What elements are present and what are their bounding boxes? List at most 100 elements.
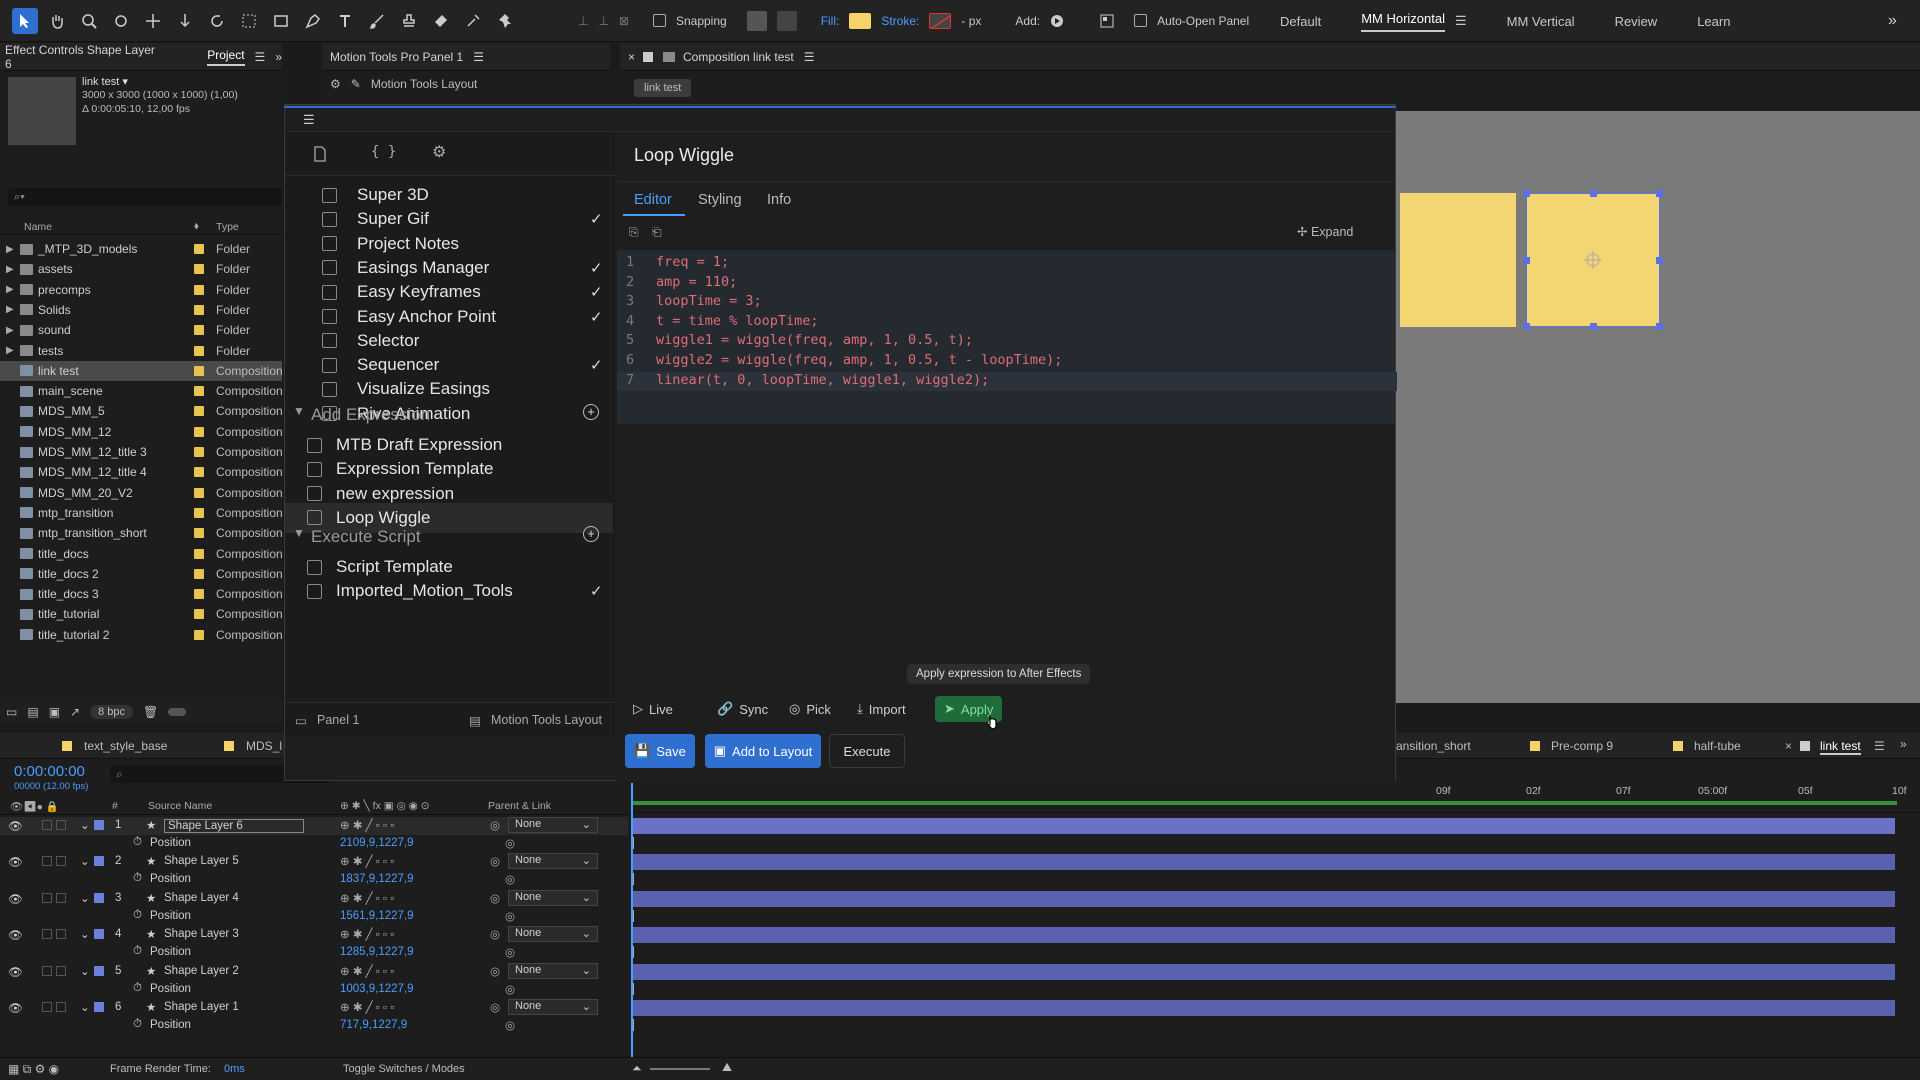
stroke-swatch[interactable] (929, 12, 952, 29)
timeline-overflow-icon[interactable]: » (1900, 737, 1907, 751)
pickwhip-icon[interactable]: ◎ (490, 927, 500, 941)
timeline-tab-mds[interactable]: MDS_l (246, 739, 282, 753)
label-color[interactable] (194, 609, 204, 620)
layer-expand-icon[interactable]: ⌄ (80, 964, 90, 978)
parent-dropdown[interactable]: None ⌄ (508, 926, 598, 943)
project-item[interactable]: title_docs 2 Composition (0, 564, 283, 584)
layer-name[interactable]: Shape Layer 2 (164, 965, 239, 977)
composition-tab[interactable]: Composition link test (683, 50, 794, 64)
snapping-checkbox[interactable] (652, 14, 666, 27)
timeline-tab-precomp-9[interactable]: Pre-comp 9 (1551, 739, 1613, 753)
pickwhip-icon[interactable]: ◎ (490, 891, 500, 905)
layer-row[interactable]: 👁 ⌄ 1 ★ Shape Layer 6 ⊕ ✱ ╱ ▫ ▫ ▫ ◎ None ⌄ (0, 817, 628, 835)
handle-br[interactable] (1656, 323, 1663, 330)
handle-bl[interactable] (1523, 323, 1530, 330)
layer-row[interactable]: 👁 ⌄ 3 ★ Shape Layer 4 ⊕ ✱ ╱ ▫ ▫ ▫ ◎ None ⌄ (0, 889, 628, 908)
eraser-tool-icon[interactable] (428, 8, 454, 34)
pickwhip-icon[interactable]: ◎ (505, 945, 515, 959)
orbit-tool-icon[interactable] (108, 8, 134, 34)
footer-panel-label[interactable]: Panel 1 (317, 713, 359, 727)
lock-toggle[interactable] (56, 965, 66, 976)
footer-layout-label[interactable]: Motion Tools Layout (491, 713, 602, 727)
column-name[interactable]: Name (24, 221, 52, 233)
tab-editor[interactable]: Editor (634, 192, 672, 208)
layer-expand-icon[interactable]: ⌄ (80, 1000, 90, 1014)
close-tab-icon[interactable]: × (1785, 739, 1792, 753)
layer-duration-bar[interactable] (633, 927, 1895, 944)
parent-dropdown[interactable]: None ⌄ (508, 817, 598, 833)
layer-label-color[interactable] (94, 965, 104, 976)
eye-icon[interactable]: 👁 (8, 928, 23, 942)
expand-button[interactable]: ✢ Expand (1297, 224, 1353, 239)
layer-switches[interactable]: ⊕ ✱ ╱ ▫ ▫ ▫ (340, 818, 394, 832)
layer-expand-icon[interactable]: ⌄ (80, 927, 90, 941)
project-item[interactable]: MDS_MM_12_title 4 Composition (0, 462, 283, 482)
column-type[interactable]: Type (216, 221, 239, 233)
tab-styling[interactable]: Styling (698, 192, 742, 208)
brush-tool-icon[interactable] (364, 8, 390, 34)
label-color[interactable] (194, 447, 204, 457)
transform-icon[interactable]: ⊠ (619, 14, 629, 28)
av-switches-icon[interactable]: 👁◀● 🔒 (10, 800, 59, 813)
close-comp-icon[interactable]: × (628, 50, 635, 64)
project-item[interactable]: ▶ tests Folder (0, 341, 282, 361)
layer-label-color[interactable] (94, 1002, 104, 1012)
solo-toggle[interactable] (42, 1002, 52, 1012)
sync-button[interactable]: 🔗 Sync (717, 696, 768, 722)
workspace-menu-icon[interactable]: ☰ (1455, 13, 1467, 29)
workspace-mm-vertical[interactable]: MM Vertical (1507, 14, 1575, 29)
pick-button[interactable]: ◎ Pick (789, 696, 831, 722)
shape-layer-6-preview[interactable] (1523, 190, 1663, 330)
stopwatch-icon[interactable]: ⏱ (133, 982, 142, 995)
label-column-icon[interactable]: ⬧ (194, 220, 199, 233)
settings-gear-icon[interactable]: ⚙ (432, 142, 446, 162)
project-item[interactable]: ▶ precomps Folder (0, 280, 282, 300)
dolly-tool-icon[interactable] (172, 8, 198, 34)
add-expression-plus-icon[interactable]: + (583, 404, 599, 420)
puppet-pin-tool-icon[interactable] (492, 8, 518, 34)
overflow-chevron-icon[interactable]: » (1888, 12, 1897, 30)
trash-icon[interactable]: 🗑 (143, 705, 158, 719)
panel-icon[interactable] (1100, 14, 1114, 28)
layer-duration-bar[interactable] (633, 963, 1895, 980)
label-color[interactable] (194, 304, 204, 315)
position-value[interactable]: 1003,9,1227,9 (340, 983, 414, 995)
new-comp-icon[interactable]: ▣ (49, 705, 60, 719)
layer-duration-bar[interactable] (633, 1000, 1895, 1016)
layer-switches[interactable]: ⊕ ✱ ╱ ▫ ▫ ▫ (340, 891, 394, 905)
execute-script-section[interactable]: ▼ Execute Script + (285, 522, 615, 552)
pickwhip-icon[interactable]: ◎ (490, 818, 500, 832)
label-color[interactable] (194, 264, 204, 275)
motion-tools-menu-icon[interactable]: ☰ (473, 50, 484, 64)
solo-toggle[interactable] (42, 929, 52, 940)
render-icons[interactable]: ▦ ⧉ ⚙ ◉ (8, 1062, 59, 1077)
zoom-out-icon[interactable]: ⏶ (632, 1061, 642, 1076)
label-color[interactable] (194, 528, 204, 539)
hand-tool-icon[interactable] (44, 8, 70, 34)
layer-row[interactable]: 👁 ⌄ 6 ★ Shape Layer 1 ⊕ ✱ ╱ ▫ ▫ ▫ ◎ None ⌄ (0, 999, 628, 1017)
expand-folder-icon[interactable]: ▶ (6, 345, 14, 356)
project-item[interactable]: ▶ assets Folder (0, 259, 282, 279)
live-button[interactable]: ▷ Live (633, 696, 673, 722)
pickwhip-icon[interactable]: ◎ (505, 909, 515, 923)
add-shape-icon[interactable] (1050, 14, 1064, 28)
fill-swatch[interactable] (849, 12, 872, 29)
position-value[interactable]: 2109,9,1227,9 (340, 837, 414, 849)
project-item[interactable]: ▶ Solids Folder (0, 300, 282, 320)
add-expression-section[interactable]: ▼ Add Expression + (285, 400, 615, 430)
pickwhip-icon[interactable]: ◎ (505, 982, 515, 996)
lock-toggle[interactable] (56, 1002, 66, 1012)
layer-name[interactable]: Shape Layer 5 (164, 855, 239, 867)
hamburger-menu-icon[interactable]: ☰ (303, 112, 315, 128)
column-source-name[interactable]: Source Name (148, 800, 212, 812)
workspace-mm-horizontal[interactable]: MM Horizontal (1361, 11, 1445, 32)
snap-edges-icon[interactable] (746, 10, 767, 31)
switches-icon[interactable]: ⊕ ✱ ╲ fx ▣ ◎ ◉ ⊙ (340, 800, 430, 812)
stopwatch-icon[interactable]: ⏱ (133, 909, 142, 922)
project-item[interactable]: title_tutorial Composition (0, 604, 283, 624)
work-area-bar[interactable] (632, 801, 1897, 805)
interpret-footage-icon[interactable]: ▭ (6, 705, 17, 719)
layer-label-color[interactable] (94, 892, 104, 903)
save-button[interactable]: 💾 Save (625, 734, 695, 768)
label-color[interactable] (194, 244, 204, 254)
